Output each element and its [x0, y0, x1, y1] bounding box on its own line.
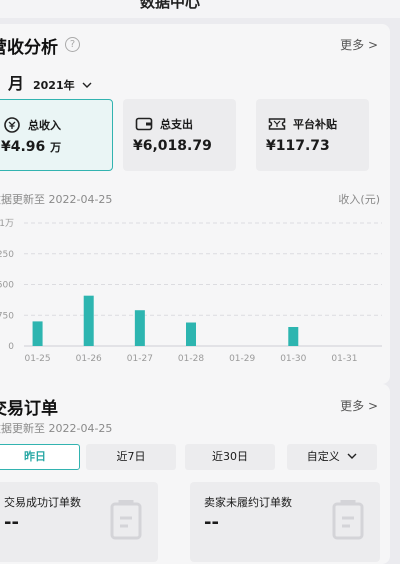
tile-label: 总收入: [28, 119, 61, 132]
ticket-icon: [268, 118, 286, 130]
chevron-down-icon: [347, 453, 357, 459]
bar-01-25: [32, 321, 43, 346]
bar-01-30: [288, 326, 299, 346]
tab-7-days[interactable]: 近7日: [86, 444, 176, 470]
tile-label: 平台补贴: [293, 118, 337, 131]
stat-value: --: [204, 512, 219, 533]
tab-custom-label: 自定义: [306, 450, 340, 463]
month-selector[interactable]: 月: [8, 70, 24, 94]
x-tick-label: 01-29: [229, 354, 255, 364]
update-note: 数据更新至 2022-04-25: [0, 193, 113, 206]
total-expense-tile[interactable]: 总支出 ¥6,018.79: [123, 99, 236, 171]
revenue-bar-chart: 0 2,750 5,500 8,250 1.1万 01-25 01-26 01-27 01-28…: [0, 219, 382, 364]
revenue-more-link[interactable]: 更多 >: [340, 36, 378, 53]
year-selector[interactable]: 2021年: [33, 77, 92, 93]
unfulfilled-orders-stat: 卖家未履约订单数 --: [190, 482, 380, 562]
year-label: 2021年: [33, 79, 75, 92]
top-bar: 数据中心: [0, 0, 400, 18]
orders-more-link[interactable]: 更多 >: [340, 397, 378, 414]
x-tick-label: 01-27: [127, 354, 153, 364]
successful-orders-stat: 交易成功订单数 --: [0, 482, 158, 562]
tab-30-days[interactable]: 近30日: [185, 444, 275, 470]
total-income-tile[interactable]: 总收入 ¥4.96 万: [0, 99, 113, 171]
tile-label: 总支出: [160, 118, 193, 131]
x-tick-label: 01-25: [24, 354, 50, 364]
orders-title: 交易订单: [0, 399, 58, 419]
wallet-icon: [135, 117, 153, 131]
stat-label: 卖家未履约订单数: [204, 496, 292, 509]
stat-label: 交易成功订单数: [4, 496, 81, 509]
tile-value: ¥117.73: [266, 138, 330, 154]
tile-value: ¥6,018.79: [133, 138, 212, 154]
tile-value: ¥4.96 万: [1, 139, 62, 155]
document-icon: [332, 500, 364, 540]
stat-value: --: [4, 512, 19, 533]
x-tick-label: 01-28: [178, 354, 204, 364]
tab-custom[interactable]: 自定义: [287, 444, 377, 470]
yuan-coin-icon: [4, 117, 20, 133]
tab-yesterday[interactable]: 昨日: [0, 444, 80, 470]
page-title: 数据中心: [140, 0, 201, 11]
chevron-down-icon: [82, 82, 92, 88]
help-icon[interactable]: ?: [65, 37, 80, 52]
chart-unit-label: 收入(元): [338, 193, 380, 206]
x-tick-label: 01-26: [76, 354, 102, 364]
bar-01-27: [134, 310, 145, 346]
y-tick-label: 1.1万: [0, 219, 14, 229]
x-tick-label: 01-30: [280, 354, 306, 364]
bar-01-28: [186, 322, 196, 346]
orders-card: 交易订单 更多 > 数据更新至 2022-04-25 昨日 近7日 近30日 自…: [0, 384, 390, 564]
bar-01-26: [83, 295, 94, 346]
y-tick-label: 8,250: [0, 250, 14, 260]
y-tick-label: 0: [8, 342, 14, 352]
revenue-card: 营收分析 ? 更多 > 月 2021年 总收入 ¥4.96 万 总支出 ¥6,0…: [0, 24, 390, 384]
platform-subsidy-tile[interactable]: 平台补贴 ¥117.73: [256, 99, 369, 171]
x-tick-label: 01-31: [331, 354, 357, 364]
update-note: 数据更新至 2022-04-25: [0, 422, 113, 435]
document-icon: [110, 500, 142, 540]
y-tick-label: 2,750: [0, 311, 14, 321]
revenue-title: 营收分析: [0, 38, 58, 58]
y-tick-label: 5,500: [0, 281, 14, 291]
